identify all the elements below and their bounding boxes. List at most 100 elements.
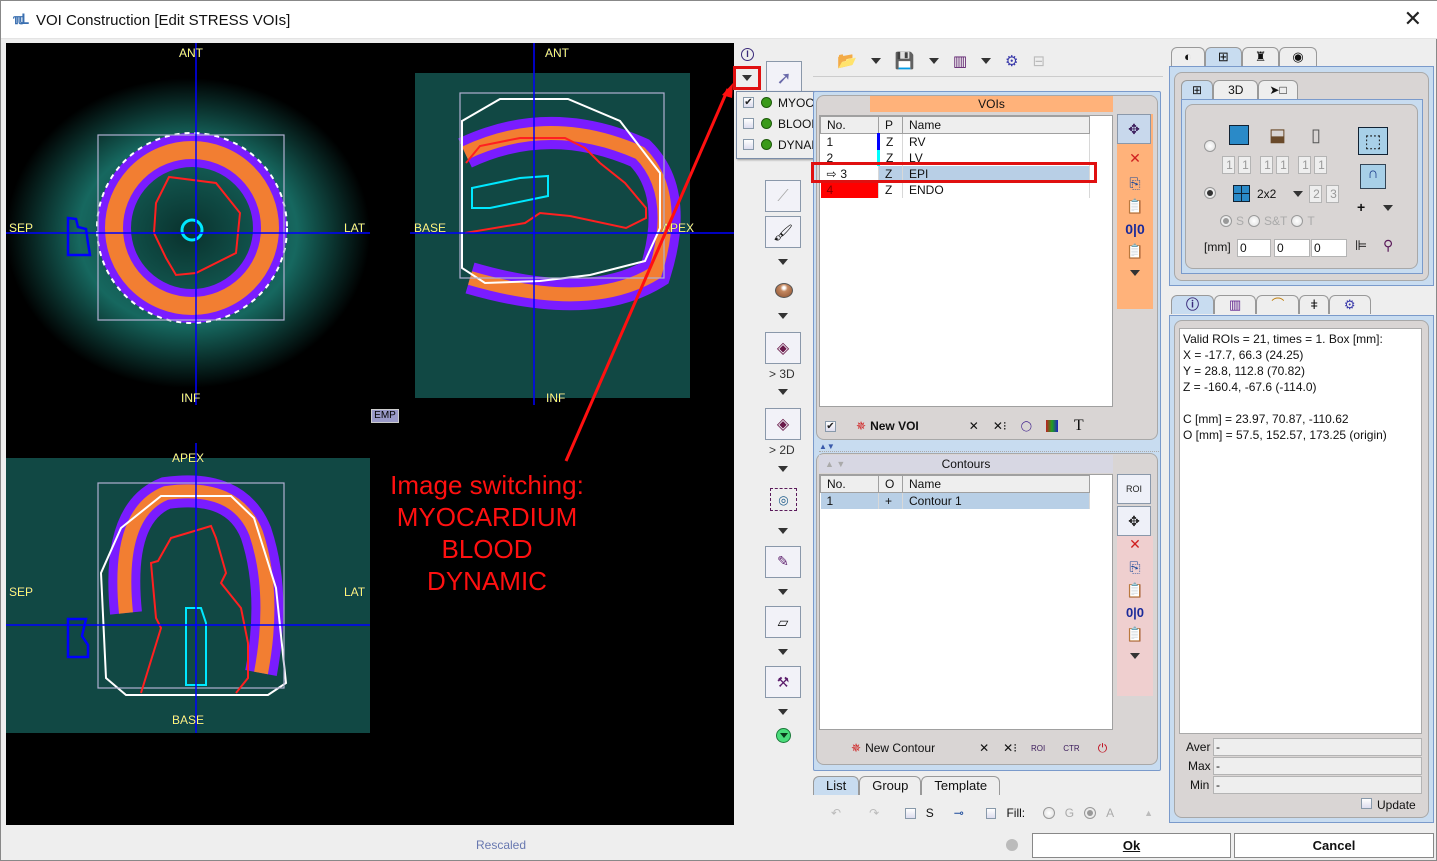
copy-voi-button[interactable]: ⎘ [1117, 175, 1153, 192]
tab-list[interactable]: List [813, 776, 860, 795]
text-icon[interactable]: T [1074, 417, 1084, 435]
s-checkbox[interactable] [905, 807, 916, 819]
image-viewer[interactable]: ANT INF SEP LAT ANT INF BASE APEX EMP AP… [6, 43, 734, 825]
single-orientation-radio[interactable] [1204, 140, 1216, 152]
power-icon[interactable]: ⏻ [1098, 741, 1108, 756]
tab-fusion[interactable]: ♜ [1241, 47, 1280, 66]
tools-icon[interactable]: ⚙ [1005, 52, 1018, 70]
axe-tool-button[interactable]: ⚒ [765, 666, 801, 698]
connect-icon[interactable]: ⊸ [954, 806, 964, 820]
pen-tool-button[interactable]: ✎ [765, 546, 801, 578]
orthogonal-view-button[interactable]: ⬚ [1358, 127, 1388, 155]
delete-voi-button[interactable]: ✕ [1117, 150, 1153, 167]
mirror-contour-button[interactable]: 0|0 [1117, 605, 1153, 620]
paste-voi-button[interactable]: 📋 [1117, 198, 1153, 215]
show-all-checkbox[interactable]: ✔ [825, 420, 836, 432]
col-o[interactable]: O [878, 475, 903, 493]
grid-field[interactable]: 2 [1309, 185, 1322, 203]
slice-field[interactable]: 1 [1238, 156, 1251, 174]
chevron-down-icon[interactable] [778, 649, 788, 655]
ctr-icon[interactable]: CTR [1063, 744, 1079, 753]
splitter-handle[interactable]: ▲▼ [819, 443, 1159, 452]
update-checkbox[interactable] [1361, 798, 1372, 809]
col-no[interactable]: No. [820, 116, 879, 134]
table-row[interactable]: 4 Z ENDO [820, 181, 1090, 198]
expand-tools-button[interactable] [776, 728, 791, 743]
col-no[interactable]: No. [820, 475, 879, 493]
chevron-down-icon[interactable] [981, 57, 992, 64]
mode-radio-t[interactable] [1291, 215, 1304, 227]
axial-icon[interactable] [1229, 125, 1249, 145]
tab-info[interactable]: ⓘ [1171, 295, 1215, 314]
tab-histogram[interactable]: ▥ [1214, 295, 1257, 314]
tab-tools[interactable]: ⚙ [1328, 295, 1371, 314]
tab-template[interactable]: Template [921, 776, 1001, 795]
mode-radio-s[interactable] [1220, 215, 1232, 227]
ok-button[interactable]: Ok [1032, 833, 1231, 858]
paste-contour-button[interactable]: 📋 [1117, 582, 1153, 599]
mm-z-field[interactable]: 0 [1311, 239, 1347, 257]
col-name[interactable]: Name [902, 475, 1090, 493]
undo-icon[interactable]: ↶ [831, 806, 841, 820]
cancel-button[interactable]: Cancel [1234, 833, 1434, 858]
statistics-icon[interactable]: ▥ [953, 52, 967, 70]
eraser-tool-button[interactable]: ▱ [765, 606, 801, 638]
tab-contrast[interactable]: ◐ [1171, 47, 1205, 66]
delete-icon[interactable]: ✕ [969, 419, 979, 433]
move-voi-button[interactable]: ✥ [1117, 114, 1151, 144]
col-p[interactable]: P [878, 116, 903, 134]
tab-sync[interactable]: ◉ [1279, 47, 1317, 66]
tab-layout[interactable]: ⊞ [1204, 47, 1242, 66]
add-icon[interactable]: + [1357, 199, 1365, 215]
chevron-down-icon[interactable] [778, 313, 788, 319]
tab-probe[interactable]: ǂ [1299, 295, 1329, 314]
more-voi-button[interactable] [1117, 270, 1153, 276]
open-folder-icon[interactable]: 📂 [837, 51, 857, 70]
select-tool-button[interactable]: ➚ [766, 61, 802, 95]
roi-icon[interactable]: ROI [1031, 744, 1045, 753]
mode-radio-st[interactable] [1248, 215, 1261, 227]
paste-new-voi-button[interactable]: 📋 [1117, 243, 1153, 260]
delete-icon[interactable]: ✕ [979, 741, 989, 755]
chevron-down-icon[interactable] [778, 709, 788, 715]
a-radio[interactable] [1084, 807, 1097, 819]
mm-x-field[interactable]: 0 [1237, 239, 1271, 257]
to-3d-button[interactable]: ◈ [765, 332, 801, 364]
slice-field[interactable]: 1 [1222, 156, 1235, 174]
pin-icon[interactable]: ⚲ [1383, 237, 1393, 254]
iso-contour-button[interactable]: ◎ [770, 488, 797, 511]
info-icon[interactable]: I [741, 48, 754, 61]
slice-field[interactable]: 1 [1314, 156, 1327, 174]
redo-icon[interactable]: ↷ [869, 806, 879, 820]
g-radio[interactable] [1043, 807, 1055, 819]
slice-field[interactable]: 1 [1260, 156, 1273, 174]
col-name[interactable]: Name [902, 116, 1090, 134]
chevron-down-icon[interactable] [1383, 205, 1393, 211]
table-row[interactable]: 1 + Contour 1 [820, 492, 1090, 509]
coronal-icon[interactable]: ⬓ [1269, 125, 1286, 146]
tab-cursor[interactable]: ➤□ [1258, 80, 1298, 99]
sagittal-icon[interactable]: ▯ [1311, 125, 1321, 146]
new-contour-button[interactable]: New Contour [865, 741, 935, 755]
sort-arrows-icon[interactable]: ▲ ▼ [825, 455, 845, 473]
volume-render-button[interactable]: ∩ [1360, 164, 1386, 189]
chevron-down-icon[interactable] [928, 57, 939, 64]
knife-tool-button[interactable]: ⟋ [765, 180, 801, 212]
tab-group[interactable]: Group [859, 776, 922, 795]
more-contour-button[interactable] [1117, 653, 1153, 659]
delete-all-icon[interactable]: ✕⁝ [1003, 741, 1017, 755]
caliper-icon[interactable]: ⊫ [1355, 237, 1367, 254]
link-disabled-icon[interactable]: ⊟ [1032, 52, 1045, 70]
slice-field[interactable]: 1 [1298, 156, 1311, 174]
chevron-down-icon[interactable] [778, 528, 788, 534]
tab-3d[interactable]: 3D [1213, 80, 1259, 99]
grid-field[interactable]: 3 [1326, 185, 1339, 203]
chevron-down-icon[interactable] [778, 466, 788, 472]
chevron-down-icon[interactable] [870, 57, 881, 64]
close-icon[interactable]: ✕ [1404, 7, 1422, 32]
new-voi-button[interactable]: New VOI [870, 419, 919, 433]
roi-shape-button[interactable]: ROI [1117, 474, 1151, 504]
mirror-voi-button[interactable]: 0|0 [1117, 221, 1153, 237]
mm-y-field[interactable]: 0 [1274, 239, 1310, 257]
chevron-down-icon[interactable] [778, 589, 788, 595]
